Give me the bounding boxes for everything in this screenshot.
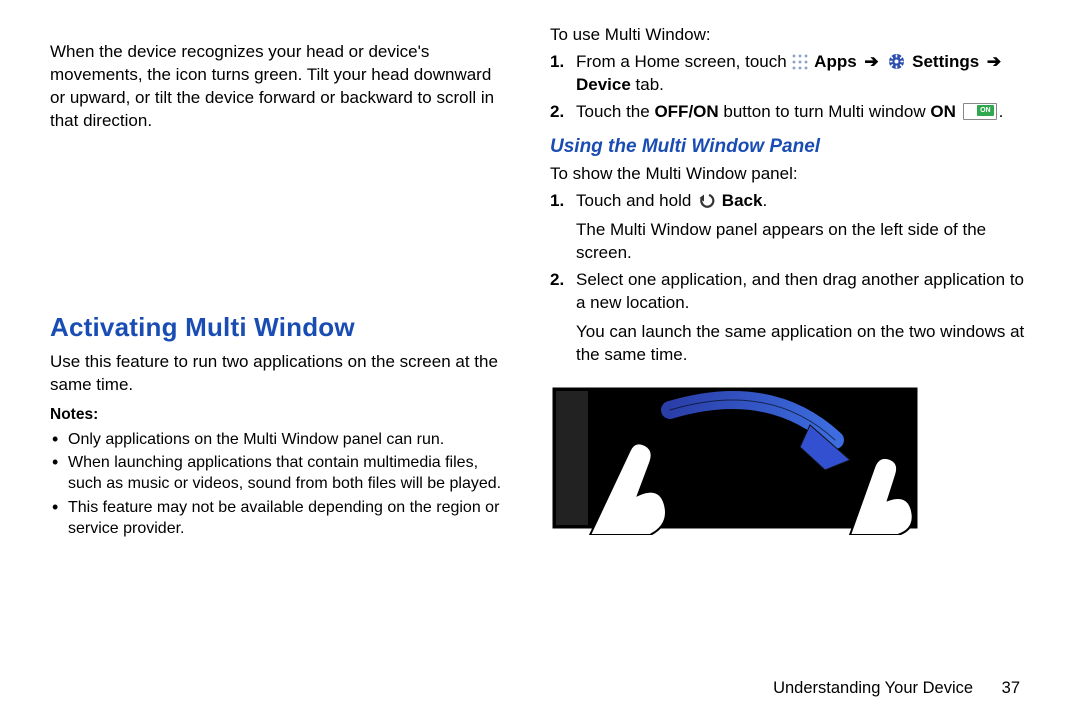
use-intro: To use Multi Window: bbox=[550, 24, 1030, 47]
back-label: Back bbox=[722, 191, 763, 210]
on-toggle-icon bbox=[963, 103, 997, 120]
manual-page: When the device recognizes your head or … bbox=[0, 0, 1080, 720]
back-icon bbox=[698, 192, 715, 209]
step-number: 2. bbox=[550, 101, 564, 124]
settings-icon bbox=[888, 53, 905, 70]
arrow-icon: ➔ bbox=[864, 52, 878, 71]
note-item: When launching applications that contain… bbox=[50, 453, 510, 495]
panel-step-2-sub: You can launch the same application on t… bbox=[576, 321, 1030, 367]
page-number: 37 bbox=[1002, 679, 1020, 697]
settings-label: Settings bbox=[912, 52, 979, 71]
panel-step-2-text: Select one application, and then drag an… bbox=[576, 270, 1024, 312]
note-item: Only applications on the Multi Window pa… bbox=[50, 430, 510, 451]
step-2-text-a: Touch the bbox=[576, 102, 654, 121]
subsection-heading-multi-window-panel: Using the Multi Window Panel bbox=[550, 134, 1030, 160]
step-1: 1. From a Home screen, touch Apps ➔ bbox=[550, 51, 1030, 97]
panel-step-1-b: . bbox=[762, 191, 767, 210]
panel-step-1: 1. Touch and hold Back. The Multi Window… bbox=[550, 190, 1030, 265]
drag-gesture-illustration bbox=[550, 385, 920, 535]
panel-step-2: 2. Select one application, and then drag… bbox=[550, 269, 1030, 367]
on-label: ON bbox=[930, 102, 956, 121]
device-tab-bold: Device bbox=[576, 75, 631, 94]
panel-intro: To show the Multi Window panel: bbox=[550, 163, 1030, 186]
right-column: To use Multi Window: 1. From a Home scre… bbox=[540, 24, 1030, 710]
note-item: This feature may not be available depend… bbox=[50, 498, 510, 540]
apps-icon bbox=[792, 54, 808, 70]
panel-steps: 1. Touch and hold Back. The Multi Window… bbox=[550, 190, 1030, 367]
motion-illustration-placeholder bbox=[50, 150, 330, 310]
off-on-label: OFF/ON bbox=[654, 102, 718, 121]
intro-paragraph: When the device recognizes your head or … bbox=[50, 41, 510, 133]
section-description: Use this feature to run two applications… bbox=[50, 351, 510, 397]
use-steps: 1. From a Home screen, touch Apps ➔ bbox=[550, 51, 1030, 124]
left-column: When the device recognizes your head or … bbox=[50, 24, 540, 710]
step-number: 2. bbox=[550, 269, 564, 292]
footer-section-title: Understanding Your Device bbox=[773, 679, 973, 697]
panel-step-1-a: Touch and hold bbox=[576, 191, 691, 210]
panel-step-1-sub: The Multi Window panel appears on the le… bbox=[576, 219, 1030, 265]
step-2-text-c: button to turn Multi window bbox=[719, 102, 931, 121]
arrow-icon: ➔ bbox=[987, 52, 1001, 71]
step-1-text-a: From a Home screen, touch bbox=[576, 52, 787, 71]
page-footer: Understanding Your Device 37 bbox=[773, 679, 1020, 698]
step-number: 1. bbox=[550, 190, 564, 213]
apps-label: Apps bbox=[814, 52, 857, 71]
device-tab-rest: tab. bbox=[631, 75, 664, 94]
notes-label: Notes: bbox=[50, 405, 510, 426]
step-2: 2. Touch the OFF/ON button to turn Multi… bbox=[550, 101, 1030, 124]
notes-list: Only applications on the Multi Window pa… bbox=[50, 430, 510, 540]
step-number: 1. bbox=[550, 51, 564, 74]
section-heading-activating-multi-window: Activating Multi Window bbox=[50, 310, 510, 345]
